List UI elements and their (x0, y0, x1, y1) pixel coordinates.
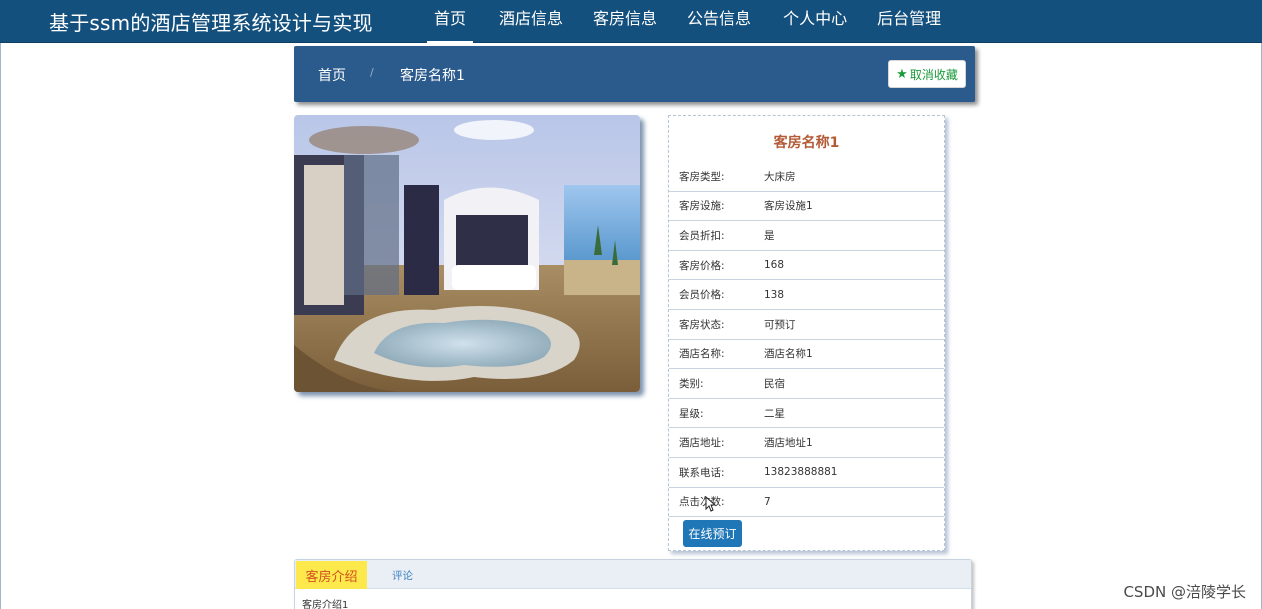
breadcrumb-home-link[interactable]: 首页 (318, 65, 346, 85)
detail-value: 二星 (764, 407, 785, 420)
page-left-border (0, 43, 1, 609)
detail-value: 是 (764, 229, 775, 242)
tab-room-intro[interactable]: 客房介绍 (296, 561, 367, 589)
nav-item-admin[interactable]: 后台管理 (862, 0, 956, 43)
detail-value: 13823888881 (764, 466, 838, 479)
nav-item-home[interactable]: 首页 (419, 0, 481, 43)
detail-label: 客房状态: (679, 318, 725, 331)
breadcrumb-separator: / (370, 66, 374, 79)
detail-row-room-price: 客房价格: 168 (669, 251, 944, 281)
breadcrumb-current: 客房名称1 (400, 68, 465, 84)
detail-row-category: 类别: 民宿 (669, 369, 944, 399)
room-tabs: 客房介绍 评论 客房介绍1 (294, 559, 972, 609)
watermark: CSDN @涪陵学长 (1123, 583, 1246, 601)
top-navbar: 基于ssm的酒店管理系统设计与实现 首页 酒店信息 客房信息 公告信息 个人中心… (0, 0, 1262, 43)
detail-label: 联系电话: (679, 466, 725, 479)
breadcrumb: 首页 / 客房名称1 ★ 取消收藏 (294, 46, 975, 102)
room-photo (294, 115, 640, 392)
nav-item-room-info[interactable]: 客房信息 (578, 0, 672, 43)
star-icon: ★ (896, 66, 908, 82)
tab-comments[interactable]: 评论 (392, 568, 413, 583)
detail-value: 可预订 (764, 318, 796, 331)
detail-row-hotel-address: 酒店地址: 酒店地址1 (669, 428, 944, 458)
detail-value: 7 (764, 495, 771, 508)
room-name-title: 客房名称1 (773, 135, 840, 151)
detail-value: 138 (764, 288, 785, 301)
unfavorite-button-label: 取消收藏 (909, 67, 958, 82)
detail-value: 大床房 (764, 170, 796, 183)
detail-label: 会员折扣: (679, 229, 725, 242)
detail-label: 酒店地址: (679, 437, 725, 450)
nav-item-hotel-info[interactable]: 酒店信息 (484, 0, 578, 43)
book-online-button[interactable]: 在线预订 (683, 520, 742, 547)
room-intro-content: 客房介绍1 (302, 600, 349, 609)
detail-label: 类别: (679, 377, 704, 390)
mouse-cursor-icon (705, 496, 717, 512)
detail-row-member-discount: 会员折扣: 是 (669, 221, 944, 251)
detail-label: 会员价格: (679, 289, 725, 302)
detail-row-room-type: 客房类型: 大床房 (669, 162, 944, 192)
room-detail-list: 客房类型: 大床房 客房设施: 客房设施1 会员折扣: 是 客房价格: 168 … (669, 162, 944, 518)
tabs-header: 客房介绍 评论 (295, 560, 971, 589)
detail-value: 酒店名称1 (764, 348, 813, 361)
site-title: 基于ssm的酒店管理系统设计与实现 (49, 11, 373, 35)
nav-item-announcements[interactable]: 公告信息 (672, 0, 766, 43)
detail-row-star-rating: 星级: 二星 (669, 399, 944, 429)
unfavorite-button[interactable]: ★ 取消收藏 (888, 60, 966, 88)
detail-label: 星级: (679, 407, 704, 420)
detail-value: 民宿 (764, 377, 785, 390)
main-nav: 首页 酒店信息 客房信息 公告信息 个人中心 后台管理 (419, 0, 956, 43)
detail-value: 客房设施1 (764, 200, 813, 213)
detail-value: 酒店地址1 (764, 437, 813, 450)
detail-label: 客房类型: (679, 170, 725, 183)
detail-row-room-status: 客房状态: 可预订 (669, 310, 944, 340)
detail-label: 酒店名称: (679, 348, 725, 361)
room-detail-panel: 客房名称1 客房类型: 大床房 客房设施: 客房设施1 会员折扣: 是 客房价格… (668, 115, 945, 551)
detail-row-hotel-name: 酒店名称: 酒店名称1 (669, 340, 944, 370)
detail-value: 168 (764, 259, 785, 272)
detail-row-facilities: 客房设施: 客房设施1 (669, 192, 944, 222)
detail-label: 客房设施: (679, 200, 725, 213)
detail-row-phone: 联系电话: 13823888881 (669, 458, 944, 488)
detail-row-member-price: 会员价格: 138 (669, 280, 944, 310)
detail-label: 客房价格: (679, 259, 725, 272)
nav-item-personal-center[interactable]: 个人中心 (768, 0, 862, 43)
